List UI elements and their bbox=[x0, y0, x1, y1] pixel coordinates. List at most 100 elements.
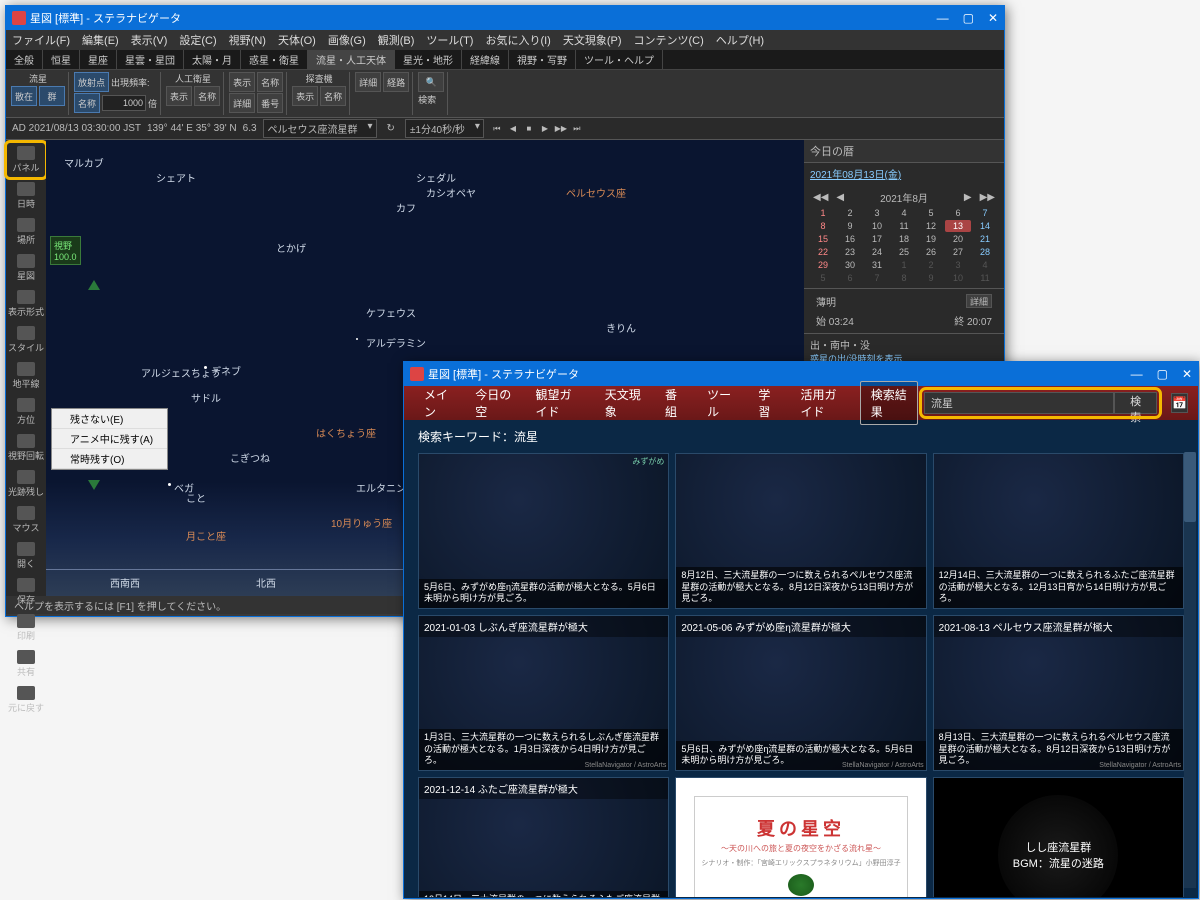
btn-name1[interactable]: 名称 bbox=[74, 93, 100, 113]
btn-sat-name[interactable]: 名称 bbox=[194, 86, 220, 106]
result-card[interactable]: 2021-05-06 みずがめ座η流星群が極大5月6日、みずがめ座η流星群の活動… bbox=[675, 615, 926, 771]
btn-sat-show[interactable]: 表示 bbox=[166, 86, 192, 106]
last-icon[interactable]: ⏭ bbox=[570, 122, 584, 136]
scrollbar-thumb[interactable] bbox=[1184, 452, 1196, 522]
ctx-none[interactable]: 残さない(E) bbox=[52, 409, 167, 429]
calendar-icon[interactable]: 📅 bbox=[1171, 393, 1188, 413]
result-card[interactable]: 8月12日、三大流星群の一つに数えられるペルセウス座流星群の活動が極大となる。8… bbox=[675, 453, 926, 609]
sidebar-print[interactable]: 印刷 bbox=[6, 610, 46, 646]
calendar-grid[interactable]: 1234567 891011121314 15161718192021 2223… bbox=[810, 207, 998, 284]
btn-g4a[interactable]: 名称 bbox=[257, 72, 283, 92]
shower-combo[interactable]: ペルセウス座流星群 bbox=[263, 119, 377, 138]
btn-search-tool[interactable]: 🔍 bbox=[418, 72, 444, 92]
nav-tools[interactable]: ツール bbox=[697, 382, 744, 424]
prev-icon[interactable]: ◀ bbox=[506, 122, 520, 136]
menu-view[interactable]: 表示(V) bbox=[125, 30, 174, 50]
cal-next-icon[interactable]: ▶ bbox=[961, 192, 975, 203]
sidebar-style[interactable]: スタイル bbox=[6, 322, 46, 358]
sidebar-panel[interactable]: パネル bbox=[6, 142, 46, 178]
maximize-icon[interactable]: ▢ bbox=[1157, 367, 1168, 381]
result-card[interactable]: 2021-12-14 ふたご座流星群が極大12月14日、三大流星群の一つに数えら… bbox=[418, 777, 669, 897]
coords[interactable]: 139° 44' E 35° 39' N bbox=[147, 123, 237, 134]
twilight-detail-button[interactable]: 詳細 bbox=[966, 294, 992, 308]
menu-object[interactable]: 天体(O) bbox=[272, 30, 322, 50]
tab-grid[interactable]: 経緯線 bbox=[462, 50, 509, 69]
close-icon[interactable]: ✕ bbox=[988, 11, 998, 25]
play-icon[interactable]: ▶ bbox=[538, 122, 552, 136]
result-card[interactable]: 12月14日、三大流星群の一つに数えられるふたご座流星群の活動が極大となる。12… bbox=[933, 453, 1184, 609]
search-input[interactable] bbox=[924, 392, 1114, 414]
btn-g6a[interactable]: 名称 bbox=[320, 86, 346, 106]
result-card[interactable]: 2021-01-03 しぶんぎ座流星群が極大1月3日、三大流星群の一つに数えられ… bbox=[418, 615, 669, 771]
result-card-leo[interactable]: しし座流星群BGM：流星の迷路 bbox=[933, 777, 1184, 897]
tab-skyglow[interactable]: 星光・地形 bbox=[395, 50, 462, 69]
nav-usage[interactable]: 活用ガイド bbox=[790, 382, 855, 424]
btn-g3b[interactable]: 詳細 bbox=[229, 93, 255, 113]
btn-g4b[interactable]: 番号 bbox=[257, 93, 283, 113]
nav-learn[interactable]: 学習 bbox=[748, 382, 786, 424]
minimize-icon[interactable]: — bbox=[1131, 367, 1143, 381]
tab-fov[interactable]: 視野・写野 bbox=[509, 50, 576, 69]
sidebar-undo[interactable]: 元に戻す bbox=[6, 682, 46, 718]
btn-g5a[interactable]: 表示 bbox=[292, 86, 318, 106]
search-button[interactable]: 検索 bbox=[1114, 392, 1157, 414]
btn-radiant[interactable]: 放射点 bbox=[74, 72, 109, 92]
menu-contents[interactable]: コンテンツ(C) bbox=[628, 30, 710, 50]
btn-shower[interactable]: 群 bbox=[39, 86, 65, 106]
tab-stars[interactable]: 恒星 bbox=[43, 50, 80, 69]
fov-indicator[interactable]: 視野100.0 bbox=[50, 236, 81, 265]
tab-sunmoon[interactable]: 太陽・月 bbox=[184, 50, 241, 69]
next-icon[interactable]: ▶▶ bbox=[554, 122, 568, 136]
result-card[interactable]: みずがめ5月6日、みずがめ座η流星群の活動が極大となる。5月6日未明から明け方が… bbox=[418, 453, 669, 609]
tab-meteors[interactable]: 流星・人工天体 bbox=[308, 50, 395, 69]
titlebar[interactable]: 星図 [標準] - ステラナビゲータ — ▢ ✕ bbox=[6, 6, 1004, 30]
sidebar-datetime[interactable]: 日時 bbox=[6, 178, 46, 214]
menu-fov[interactable]: 視野(N) bbox=[223, 30, 272, 50]
sidebar-share[interactable]: 共有 bbox=[6, 646, 46, 682]
sidebar-horizon[interactable]: 地平線 bbox=[6, 358, 46, 394]
cal-prev2-icon[interactable]: ◀◀ bbox=[810, 192, 831, 203]
nav-guide[interactable]: 観望ガイド bbox=[525, 382, 590, 424]
menu-settings[interactable]: 設定(C) bbox=[173, 30, 222, 50]
tab-general[interactable]: 全般 bbox=[6, 50, 43, 69]
nav-phenomena[interactable]: 天文現象 bbox=[595, 382, 651, 424]
result-card-summer[interactable]: 夏の星空〜天の川への旅と夏の夜空をかざる流れ星〜シナリオ・制作：「宮崎エリックス… bbox=[675, 777, 926, 897]
stop-icon[interactable]: ■ bbox=[522, 122, 536, 136]
datetime[interactable]: AD 2021/08/13 03:30:00 JST bbox=[12, 123, 141, 134]
menu-tools[interactable]: ツール(T) bbox=[420, 30, 479, 50]
ctx-anime[interactable]: アニメ中に残す(A) bbox=[52, 429, 167, 449]
menu-phenomena[interactable]: 天文現象(P) bbox=[557, 30, 628, 50]
results-scrollbar[interactable] bbox=[1184, 452, 1196, 888]
minimize-icon[interactable]: — bbox=[937, 11, 949, 25]
down-arrow-icon[interactable] bbox=[88, 480, 100, 490]
cal-next2-icon[interactable]: ▶▶ bbox=[977, 192, 998, 203]
tab-constellations[interactable]: 星座 bbox=[80, 50, 117, 69]
first-icon[interactable]: ⏮ bbox=[490, 122, 504, 136]
sidebar-location[interactable]: 場所 bbox=[6, 214, 46, 250]
btn-sporadic[interactable]: 散在 bbox=[11, 86, 37, 106]
mag-value[interactable]: 6.3 bbox=[243, 123, 257, 134]
loop-icon[interactable]: ↻ bbox=[383, 123, 399, 134]
sidebar-trail[interactable]: 光跡残し bbox=[6, 466, 46, 502]
almanac-date[interactable]: 2021年08月13日(金) bbox=[804, 163, 1004, 184]
result-card[interactable]: 2021-08-13 ペルセウス座流星群が極大8月13日、三大流星群の一つに数え… bbox=[933, 615, 1184, 771]
speed-combo[interactable]: ±1分40秒/秒 bbox=[405, 119, 484, 138]
menu-edit[interactable]: 編集(E) bbox=[76, 30, 125, 50]
tab-planets[interactable]: 惑星・衛星 bbox=[241, 50, 308, 69]
btn-g3a[interactable]: 表示 bbox=[229, 72, 255, 92]
menu-observe[interactable]: 観測(B) bbox=[372, 30, 421, 50]
menu-file[interactable]: ファイル(F) bbox=[6, 30, 76, 50]
menu-favorites[interactable]: お気に入り(I) bbox=[479, 30, 556, 50]
btn-g5b[interactable]: 詳細 bbox=[355, 72, 381, 92]
nav-main[interactable]: メイン bbox=[414, 382, 461, 424]
close-icon[interactable]: ✕ bbox=[1182, 367, 1192, 381]
sidebar-display[interactable]: 表示形式 bbox=[6, 286, 46, 322]
nav-results[interactable]: 検索結果 bbox=[860, 381, 918, 425]
nav-today[interactable]: 今日の空 bbox=[465, 382, 521, 424]
ctx-always[interactable]: 常時残す(O) bbox=[52, 449, 167, 469]
sidebar-rotate[interactable]: 視野回転 bbox=[6, 430, 46, 466]
menu-image[interactable]: 画像(G) bbox=[322, 30, 372, 50]
sidebar-azimuth[interactable]: 方位 bbox=[6, 394, 46, 430]
menu-help[interactable]: ヘルプ(H) bbox=[710, 30, 770, 50]
up-arrow-icon[interactable] bbox=[88, 280, 100, 290]
